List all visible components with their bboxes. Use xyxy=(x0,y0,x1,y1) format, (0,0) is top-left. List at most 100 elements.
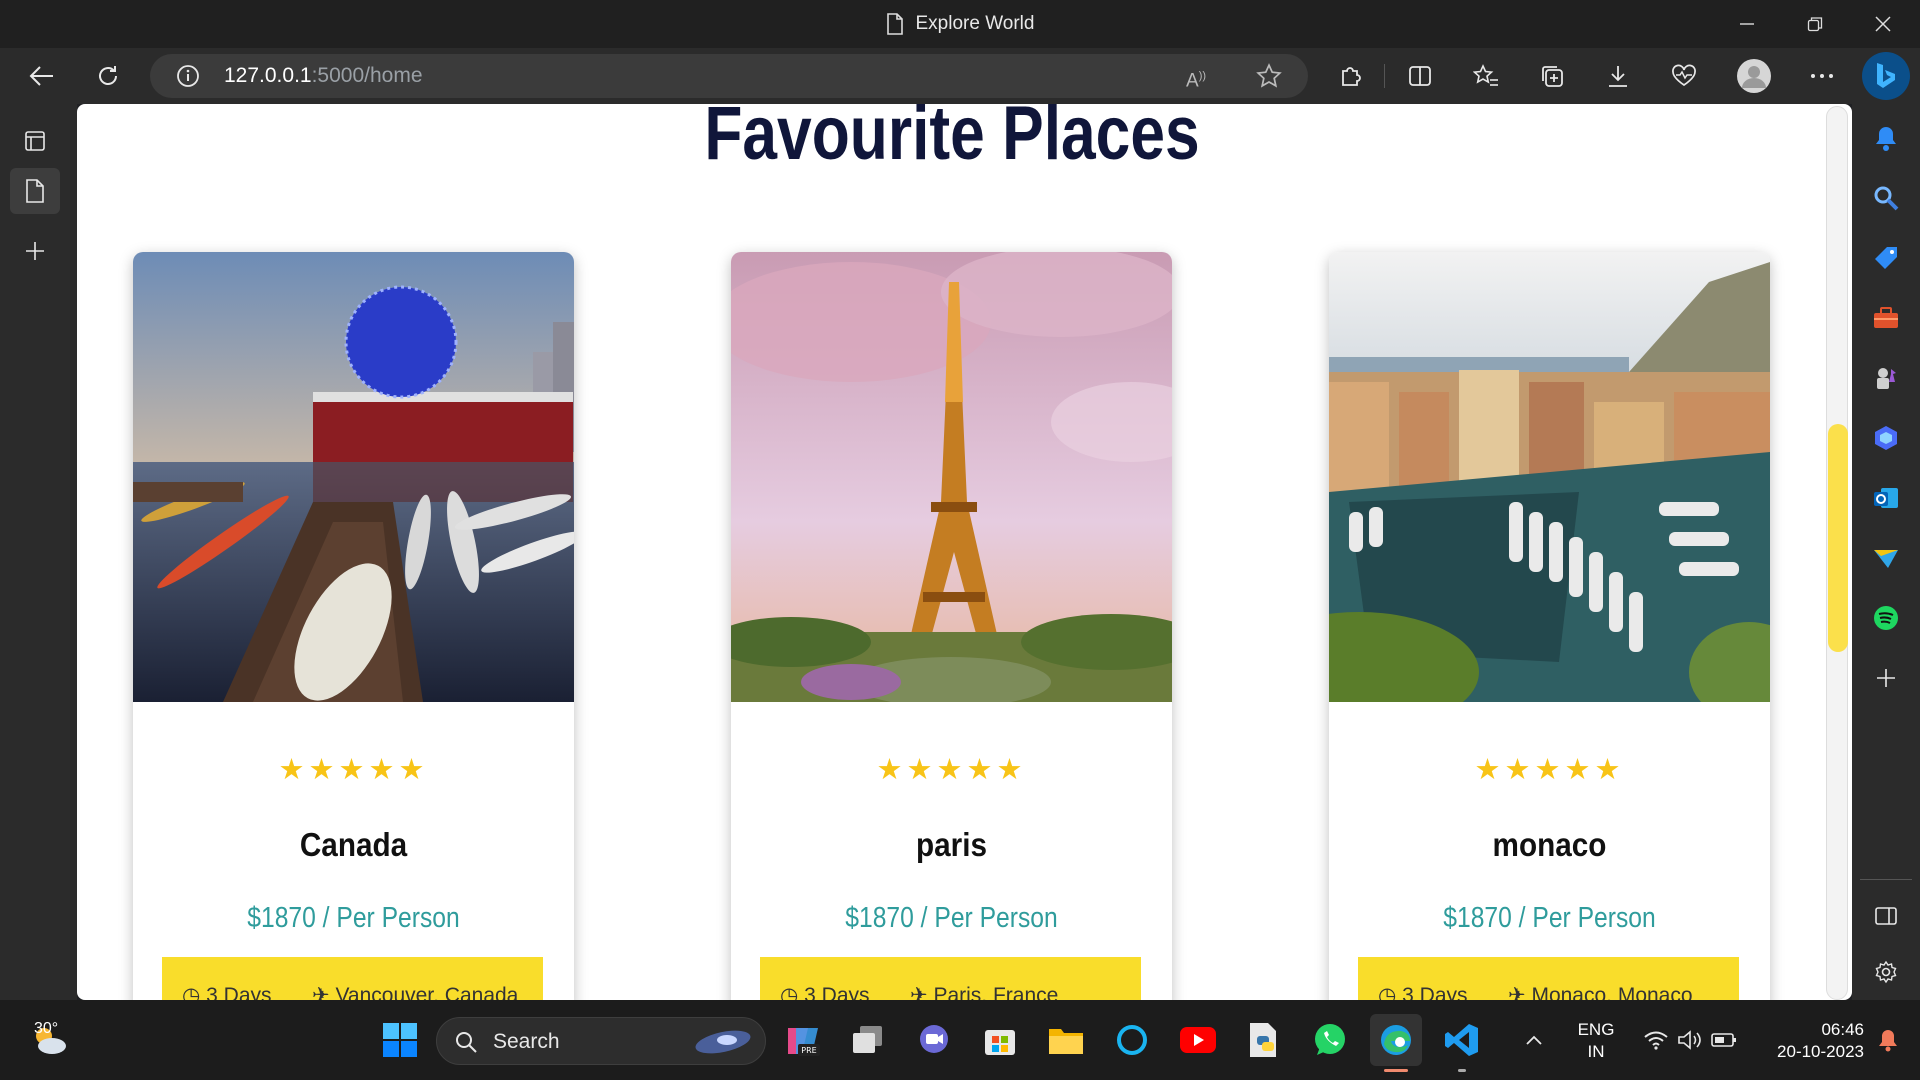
show-hidden-icons-button[interactable] xyxy=(1514,1014,1554,1066)
start-button[interactable] xyxy=(374,1014,426,1066)
system-tray-status[interactable] xyxy=(1632,1014,1748,1066)
minimize-button[interactable] xyxy=(1713,0,1781,48)
profile-button[interactable] xyxy=(1734,56,1774,96)
language-code: ENG xyxy=(1577,1020,1615,1039)
taskbar-python[interactable] xyxy=(1238,1014,1290,1066)
trip-duration: ◷ 3 Days xyxy=(780,983,870,1000)
whatsapp-icon xyxy=(1315,1024,1345,1055)
restore-icon xyxy=(1807,17,1823,32)
plus-icon xyxy=(1877,669,1895,687)
page-icon xyxy=(26,179,44,203)
favorites-button[interactable] xyxy=(1466,56,1506,96)
rating-stars: ★★★★★ xyxy=(876,754,1027,786)
toolbar-divider xyxy=(1384,64,1385,88)
sidebar-settings[interactable] xyxy=(1862,950,1910,994)
vscode-icon xyxy=(1445,1024,1478,1056)
clock-icon: ◷ xyxy=(780,984,799,1000)
settings-more-button[interactable] xyxy=(1802,56,1842,96)
refresh-icon xyxy=(99,66,117,85)
clock[interactable]: 06:46 20-10-2023 xyxy=(1754,1014,1864,1066)
split-screen-button[interactable] xyxy=(1400,56,1440,96)
location-text: Paris, France xyxy=(933,984,1059,1000)
sidebar-games[interactable] xyxy=(1862,356,1910,400)
taskbar-youtube[interactable] xyxy=(1172,1014,1224,1066)
sidebar-add-app[interactable] xyxy=(1862,656,1910,700)
collections-button[interactable] xyxy=(1532,56,1572,96)
place-card-canada[interactable]: ★★★★★ Canada $1870 / Per Person ◷ 3 Days… xyxy=(133,252,574,1000)
wifi-icon xyxy=(1644,1031,1668,1050)
sidebar-spotify[interactable] xyxy=(1862,596,1910,640)
sidebar-search[interactable] xyxy=(1862,176,1910,220)
clock-date: 20-10-2023 xyxy=(1777,1042,1864,1061)
web-page: Favourite Places ★★★★★ Canada $1870 / Pe… xyxy=(77,104,1852,1000)
place-card-monaco[interactable]: ★★★★★ monaco $1870 / Per Person ◷ 3 Days… xyxy=(1329,252,1770,1000)
place-name: paris xyxy=(916,826,987,863)
taskbar-edge[interactable] xyxy=(1370,1014,1422,1072)
back-button[interactable] xyxy=(22,56,62,96)
favorite-star-icon[interactable] xyxy=(1256,63,1282,89)
windows-taskbar: 30° Search PRE ENG IN 06:46 20-10-2023 xyxy=(0,1000,1920,1080)
refresh-button[interactable] xyxy=(88,56,128,96)
send-icon xyxy=(1874,550,1898,568)
url-path: :5000/home xyxy=(311,64,423,87)
duration-text: 3 Days xyxy=(206,984,272,1000)
taskbar-whatsapp[interactable] xyxy=(1304,1014,1356,1066)
plus-icon xyxy=(26,242,44,260)
sidebar-tools[interactable] xyxy=(1862,296,1910,340)
notifications-button[interactable] xyxy=(1866,1014,1910,1066)
search-label: Search xyxy=(493,1030,560,1053)
url-text[interactable]: 127.0.0.1:5000/home xyxy=(224,54,423,98)
windows-logo-icon xyxy=(383,1023,417,1057)
puzzle-icon xyxy=(1342,67,1361,86)
region-code: IN xyxy=(1587,1042,1605,1061)
store-icon xyxy=(985,1030,1015,1055)
edge-sidebar xyxy=(1852,104,1920,1000)
place-card-paris[interactable]: ★★★★★ paris $1870 / Per Person ◷ 3 Days … xyxy=(731,252,1172,1000)
tab-explore-world[interactable] xyxy=(10,168,60,214)
site-info-icon[interactable] xyxy=(176,64,200,88)
sidebar-shopping[interactable] xyxy=(1862,236,1910,280)
weather-widget[interactable]: 30° xyxy=(10,1014,90,1066)
read-aloud-icon[interactable]: A)) xyxy=(1186,62,1214,91)
page-scrollbar-thumb[interactable] xyxy=(1828,424,1848,652)
window-title: Explore World xyxy=(0,0,1920,48)
sidebar-notifications[interactable] xyxy=(1862,116,1910,160)
tab-actions-button[interactable] xyxy=(10,118,60,164)
window-title-text: Explore World xyxy=(915,13,1035,34)
plane-icon: ✈ xyxy=(312,984,330,1000)
restore-button[interactable] xyxy=(1781,0,1849,48)
sidebar-outlook[interactable] xyxy=(1862,476,1910,520)
sidebar-send[interactable] xyxy=(1862,536,1910,580)
url-host: 127.0.0.1 xyxy=(224,64,312,87)
download-icon xyxy=(1609,66,1627,87)
taskbar-file-explorer[interactable] xyxy=(1040,1014,1092,1066)
taskbar-cortana[interactable] xyxy=(1106,1014,1158,1066)
heart-pulse-icon xyxy=(1672,64,1696,87)
python-file-icon xyxy=(1250,1023,1276,1057)
sidebar-microsoft-365[interactable] xyxy=(1862,416,1910,460)
canada-photo xyxy=(133,252,574,702)
m365-icon xyxy=(1875,426,1897,450)
sidebar-toggle[interactable] xyxy=(1862,894,1910,938)
taskbar-vscode[interactable] xyxy=(1436,1014,1488,1072)
close-button[interactable] xyxy=(1849,0,1917,48)
search-highlight-icon xyxy=(695,1030,751,1054)
taskbar-teams[interactable] xyxy=(908,1014,960,1066)
copilot-button[interactable] xyxy=(1862,52,1910,100)
downloads-button[interactable] xyxy=(1598,56,1638,96)
ring-icon xyxy=(1117,1025,1147,1055)
extensions-button[interactable] xyxy=(1330,56,1370,96)
rating-stars: ★★★★★ xyxy=(278,754,429,786)
taskbar-search[interactable]: Search xyxy=(436,1017,766,1065)
taskbar-copilot[interactable]: PRE xyxy=(776,1014,828,1066)
address-bar[interactable]: 127.0.0.1:5000/home A)) xyxy=(150,54,1308,98)
taskbar-task-view[interactable] xyxy=(842,1014,894,1066)
taskbar-store[interactable] xyxy=(974,1014,1026,1066)
minimize-icon xyxy=(1740,23,1754,25)
youtube-icon xyxy=(1180,1027,1216,1053)
new-tab-button[interactable] xyxy=(10,228,60,274)
language-indicator[interactable]: ENG IN xyxy=(1568,1014,1624,1066)
browser-essentials-button[interactable] xyxy=(1664,56,1704,96)
collections-icon xyxy=(1542,66,1563,87)
plane-icon: ✈ xyxy=(910,984,928,1000)
